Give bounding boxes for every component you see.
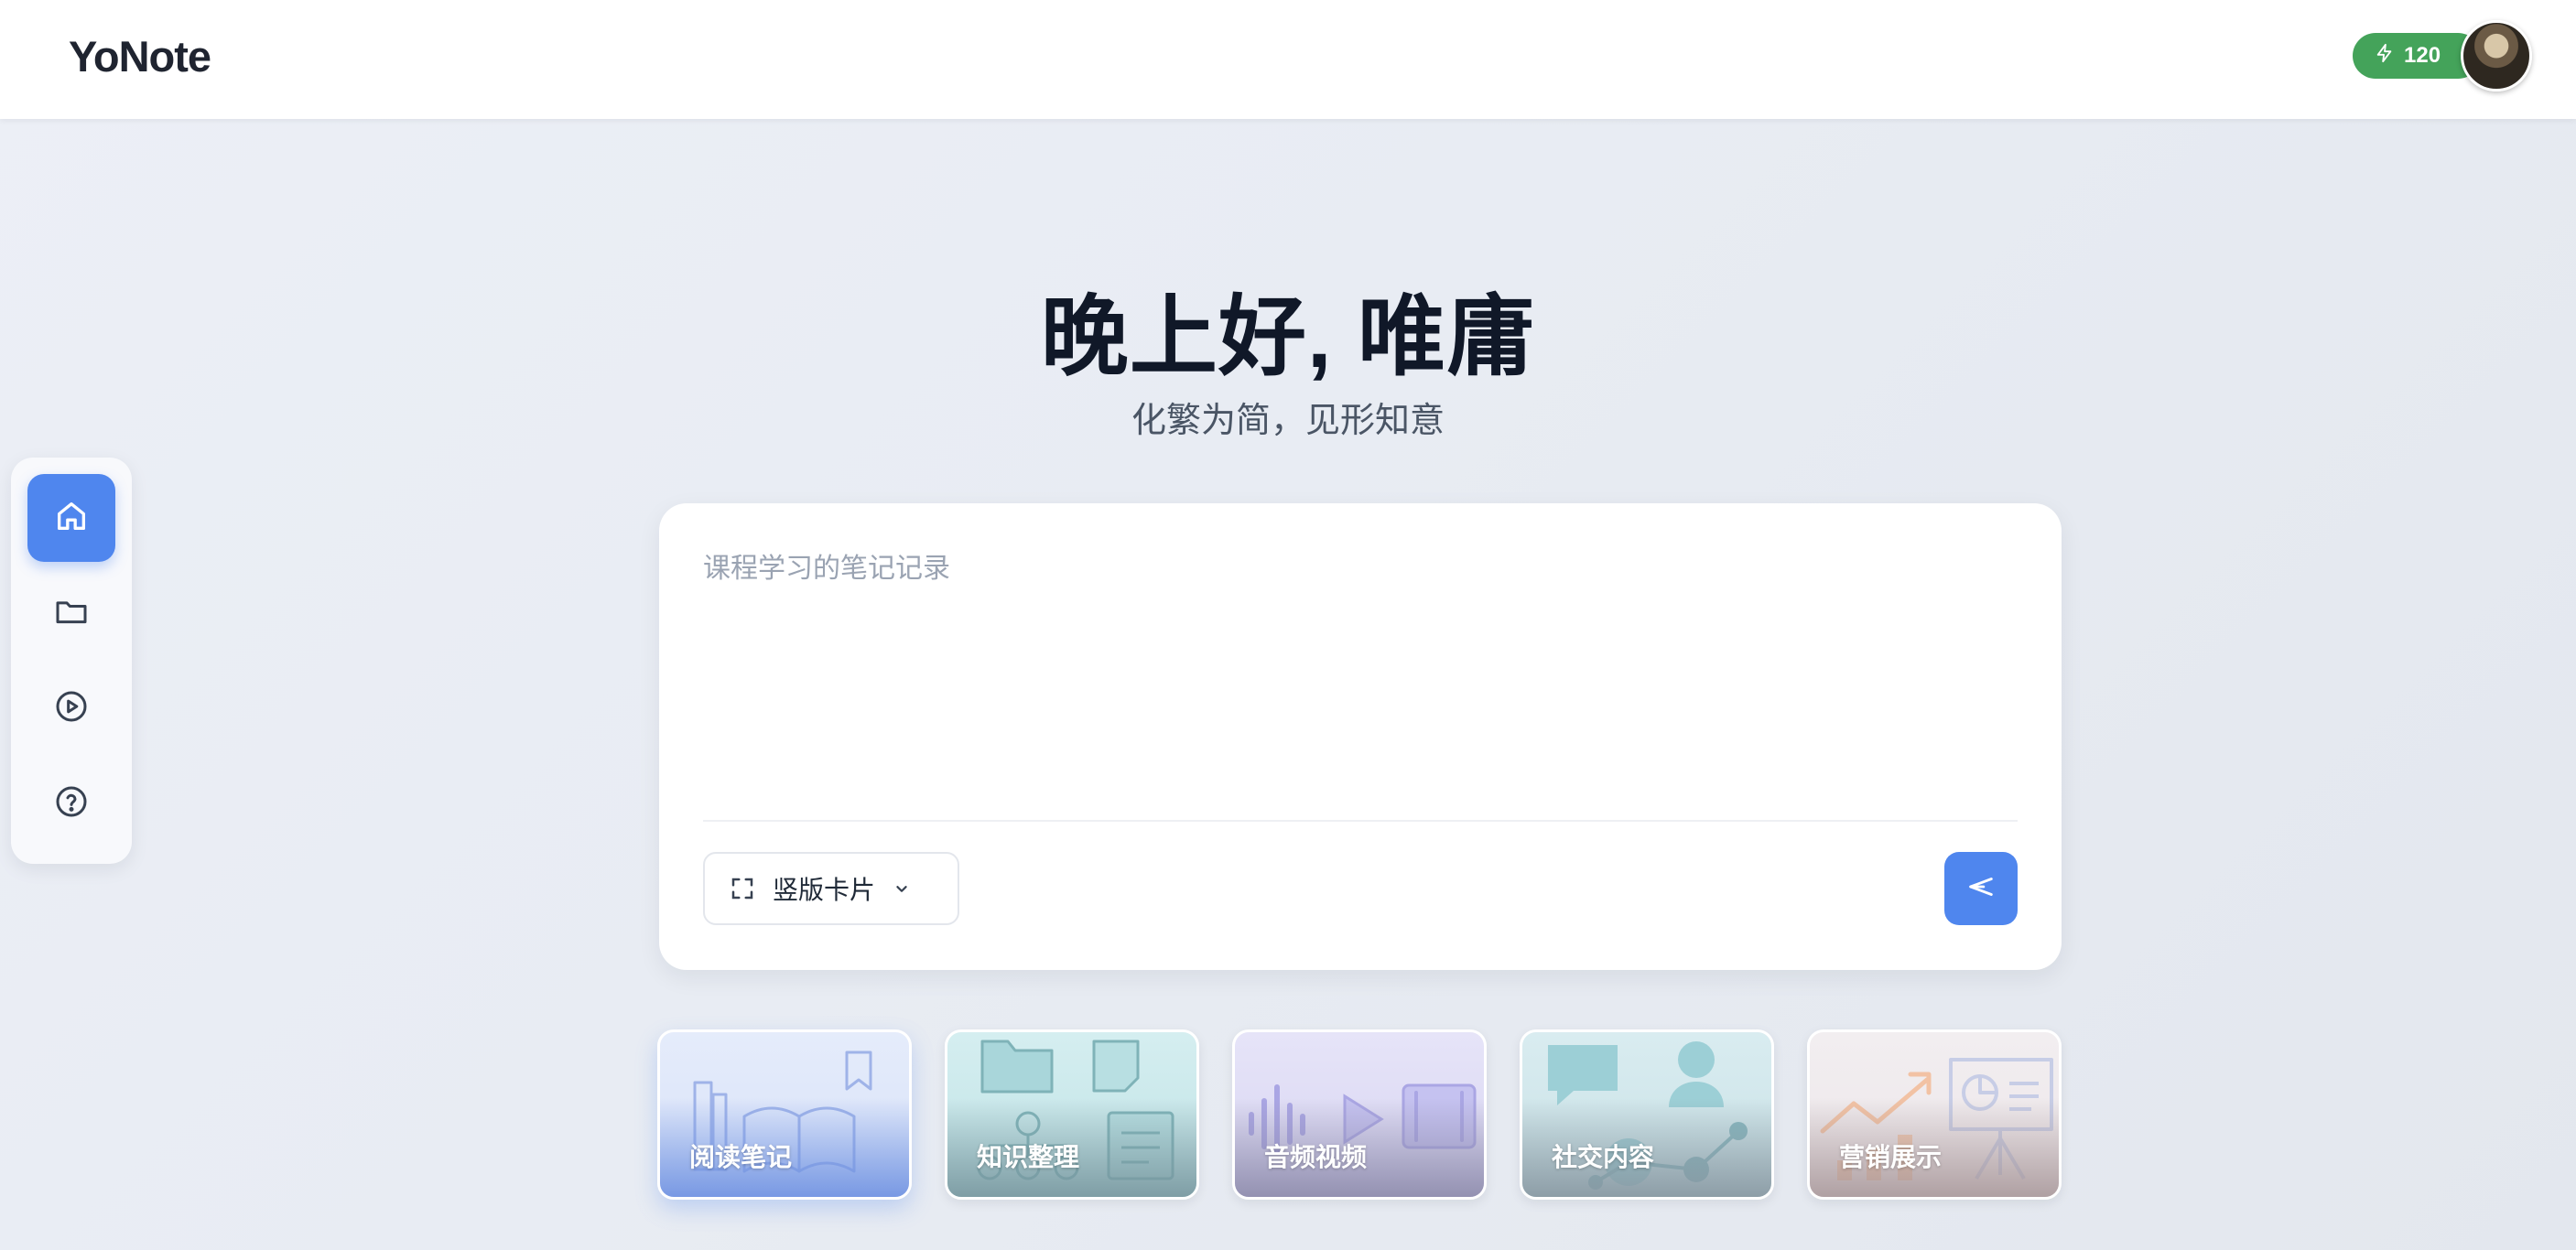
folder-icon — [53, 593, 90, 633]
composer-divider — [703, 820, 2018, 822]
nav-play-button[interactable] — [27, 664, 115, 752]
top-bar: YoNote 120 — [0, 0, 2576, 119]
credits-count: 120 — [2404, 43, 2441, 68]
card-format-dropdown[interactable]: 竖版卡片 — [703, 852, 959, 925]
nav-home-button[interactable] — [27, 474, 115, 562]
template-card-marketing[interactable]: 营销展示 — [1807, 1029, 2062, 1200]
template-card-reading[interactable]: 阅读笔记 — [657, 1029, 912, 1200]
send-icon — [1965, 871, 1997, 906]
note-composer: 竖版卡片 — [659, 503, 2062, 970]
avatar[interactable] — [2461, 20, 2532, 92]
nav-help-button[interactable] — [27, 760, 115, 847]
template-label: 音频视频 — [1264, 1142, 1368, 1172]
card-format-label: 竖版卡片 — [773, 875, 876, 905]
template-label: 阅读笔记 — [689, 1142, 793, 1172]
template-card-knowledge[interactable]: 知识整理 — [945, 1029, 1199, 1200]
template-card-audio-video[interactable]: 音频视频 — [1232, 1029, 1487, 1200]
nav-folder-button[interactable] — [27, 569, 115, 657]
fullscreen-frame-icon — [729, 875, 756, 902]
side-navigation — [11, 458, 132, 864]
home-icon — [53, 498, 90, 538]
template-card-social[interactable]: 社交内容 — [1520, 1029, 1774, 1200]
template-label: 知识整理 — [977, 1142, 1080, 1172]
template-label: 社交内容 — [1552, 1142, 1655, 1172]
page-title: 晚上好, 唯庸 — [1040, 288, 1536, 386]
app-logo[interactable]: YoNote — [69, 31, 211, 81]
send-button[interactable] — [1944, 852, 2018, 925]
prompt-input[interactable] — [703, 545, 2018, 811]
template-label: 营销展示 — [1839, 1142, 1943, 1172]
help-circle-icon — [53, 783, 90, 824]
lightning-bolt-icon — [2375, 43, 2395, 70]
chevron-down-icon — [892, 878, 912, 899]
page-subtitle: 化繁为简，见形知意 — [1131, 400, 1445, 440]
play-circle-icon — [53, 688, 90, 728]
